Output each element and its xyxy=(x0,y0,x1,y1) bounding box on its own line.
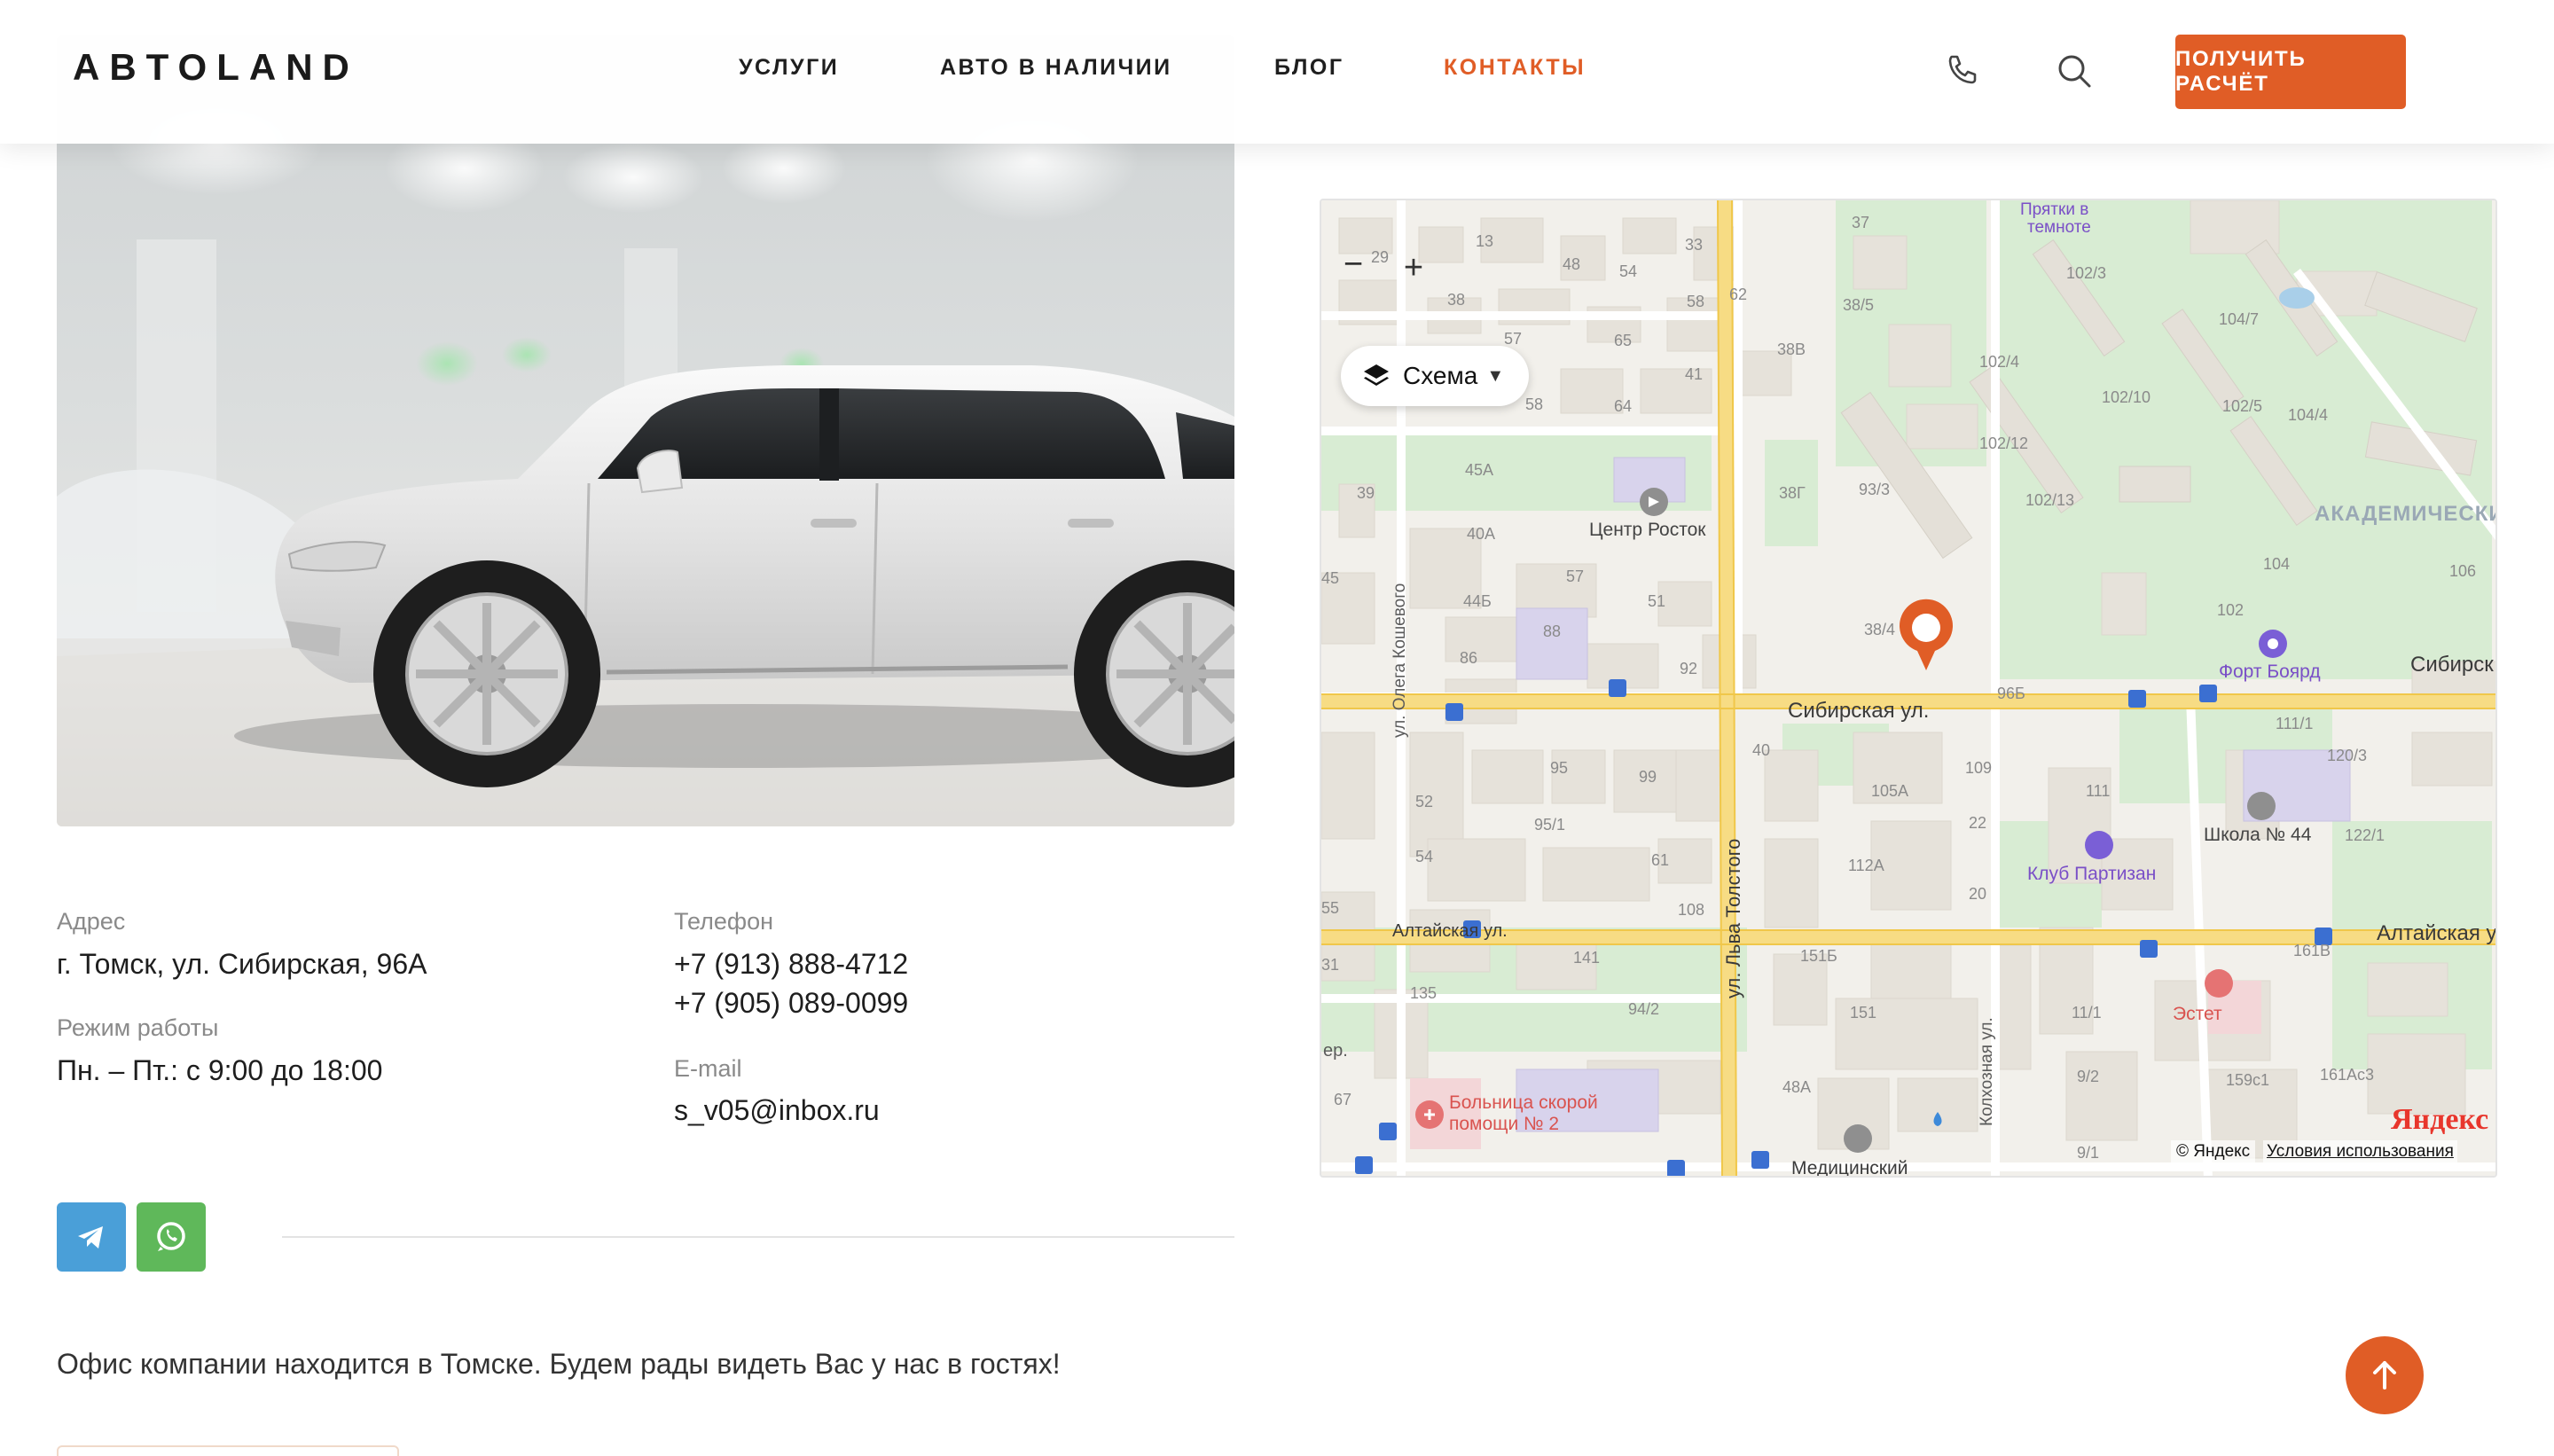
poi-hospital-line1[interactable]: Больница скорой xyxy=(1449,1092,1598,1114)
map-copyright: © Яндекс xyxy=(2171,1140,2256,1163)
phone-label: Телефон xyxy=(674,908,774,935)
poi-fort-boyard[interactable]: Форт Боярд xyxy=(2219,661,2321,683)
social-divider xyxy=(282,1236,1234,1238)
nav-item-blog[interactable]: БЛОГ xyxy=(1274,55,1344,81)
map-layer-switcher[interactable]: Схема ▼ xyxy=(1341,346,1529,406)
nav-item-cars-in-stock[interactable]: АВТО В НАЛИЧИИ xyxy=(940,55,1172,81)
chevron-down-icon: ▼ xyxy=(1486,365,1505,386)
whatsapp-icon xyxy=(157,1222,185,1251)
street-per: ер. xyxy=(1323,1041,1348,1061)
phone-link-1[interactable]: +7 (913) 888-4712 xyxy=(674,943,908,984)
street-altayskaya-right: Алтайская у xyxy=(2377,921,2497,945)
poi-center-rostok[interactable]: Центр Росток xyxy=(1589,520,1705,541)
office-description: Офис компании находится в Томске. Будем … xyxy=(57,1348,1061,1380)
map-layer-label: Схема xyxy=(1403,362,1478,389)
email-label: E-mail xyxy=(674,1055,742,1082)
zoom-out-button[interactable]: − xyxy=(1336,247,1371,282)
poi-school-44[interactable]: Школа № 44 xyxy=(2204,825,2311,846)
map-terms-link[interactable]: Условия использования xyxy=(2263,1140,2457,1163)
site-header: ABTOLAND УСЛУГИ АВТО В НАЛИЧИИ БЛОГ КОНТ… xyxy=(0,0,2554,144)
yandex-logo[interactable]: Яндекс xyxy=(2391,1103,2488,1137)
address-label: Адрес xyxy=(57,908,126,935)
street-olega-koshevogo: ул. Олега Кошевого xyxy=(1391,583,1409,738)
whatsapp-button[interactable] xyxy=(137,1202,206,1272)
phone-link-2[interactable]: +7 (905) 089-0099 xyxy=(674,982,908,1023)
poi-club-partizan[interactable]: Клуб Партизан xyxy=(2027,864,2156,885)
poi-estet[interactable]: Эстет xyxy=(2173,1004,2222,1025)
site-logo[interactable]: ABTOLAND xyxy=(73,46,359,89)
street-sibirskaya: Сибирская ул. xyxy=(1788,699,1930,723)
layers-icon xyxy=(1364,364,1389,386)
district-akademichesky: АКАДЕМИЧЕСКИ xyxy=(2315,502,2497,526)
hours-label: Режим работы xyxy=(57,1014,219,1041)
email-link[interactable]: s_v05@inbox.ru xyxy=(674,1090,880,1131)
poi-pryatki-line1[interactable]: Прятки в xyxy=(2020,200,2088,220)
street-altayskaya-left: Алтайская ул. xyxy=(1392,921,1508,941)
phone-icon[interactable] xyxy=(1939,50,1981,92)
search-icon[interactable] xyxy=(2053,50,2096,92)
address-value: г. Томск, ул. Сибирская, 96А xyxy=(57,948,427,980)
nav-item-contacts[interactable]: КОНТАКТЫ xyxy=(1444,55,1586,81)
street-sibirskaya-right: Сибирск xyxy=(2410,653,2494,677)
telegram-icon xyxy=(78,1226,103,1249)
hours-value: Пн. – Пт.: с 9:00 до 18:00 xyxy=(57,1054,383,1086)
street-kolkhoznaya: Колхозная ул. xyxy=(1978,1017,1996,1126)
street-medicinsky: Медицинский xyxy=(1791,1158,1908,1178)
telegram-button[interactable] xyxy=(57,1202,126,1272)
scroll-to-top-button[interactable] xyxy=(2346,1336,2424,1414)
bottom-button-outline[interactable] xyxy=(57,1445,399,1456)
poi-pryatki-line2[interactable]: темноте xyxy=(2027,218,2091,238)
arrow-up-icon xyxy=(2373,1361,2396,1389)
street-lva-tolstogo: ул. Льва Толстого xyxy=(1722,838,1744,998)
office-car-image xyxy=(57,35,1234,826)
get-quote-button[interactable]: ПОЛУЧИТЬ РАСЧЁТ xyxy=(2175,35,2406,109)
zoom-in-button[interactable]: + xyxy=(1396,250,1431,286)
poi-hospital-line2[interactable]: помощи № 2 xyxy=(1449,1114,1559,1135)
yandex-map[interactable]: Сибирская ул. Сибирск Алтайская ул. Алта… xyxy=(1320,199,2497,1178)
nav-item-services[interactable]: УСЛУГИ xyxy=(739,55,839,81)
